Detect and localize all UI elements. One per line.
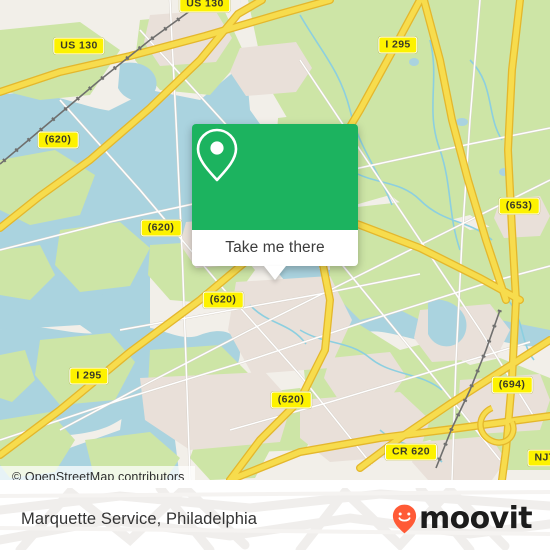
moovit-wordmark: moovit: [418, 501, 533, 536]
popup-tail: [264, 266, 286, 280]
road-shield: NJT: [527, 449, 550, 467]
place-title: Marquette Service, Philadelphia: [21, 509, 258, 528]
road-shield: CR 620: [384, 443, 438, 461]
take-me-there-button[interactable]: Take me there: [192, 230, 358, 266]
road-shield: US 130: [179, 0, 231, 13]
road-shield: US 130: [53, 37, 105, 55]
road-shield: (620): [37, 131, 79, 149]
road-shield: I 295: [378, 36, 418, 54]
bottom-info-bar: Marquette Service, Philadelphia moovit: [0, 488, 550, 550]
popup-icon-panel: [192, 124, 358, 230]
map-canvas[interactable]: US 130 US 130 (620) (620) (620) (620) I …: [0, 0, 550, 480]
moovit-pin-icon: [392, 504, 417, 534]
road-shield: (620): [270, 391, 312, 409]
road-shield: (620): [202, 291, 244, 309]
take-me-there-label: Take me there: [225, 239, 325, 256]
road-shield: (694): [491, 376, 533, 394]
road-shield: (620): [140, 219, 182, 237]
osm-attribution[interactable]: © OpenStreetMap contributors: [0, 466, 195, 480]
road-shield: I 295: [69, 367, 109, 385]
moovit-logo[interactable]: moovit: [392, 488, 533, 550]
map-pin-icon: [196, 128, 238, 182]
map-screenshot: US 130 US 130 (620) (620) (620) (620) I …: [0, 0, 550, 550]
location-popup[interactable]: Take me there: [192, 124, 358, 280]
road-shield: (653): [498, 197, 540, 215]
